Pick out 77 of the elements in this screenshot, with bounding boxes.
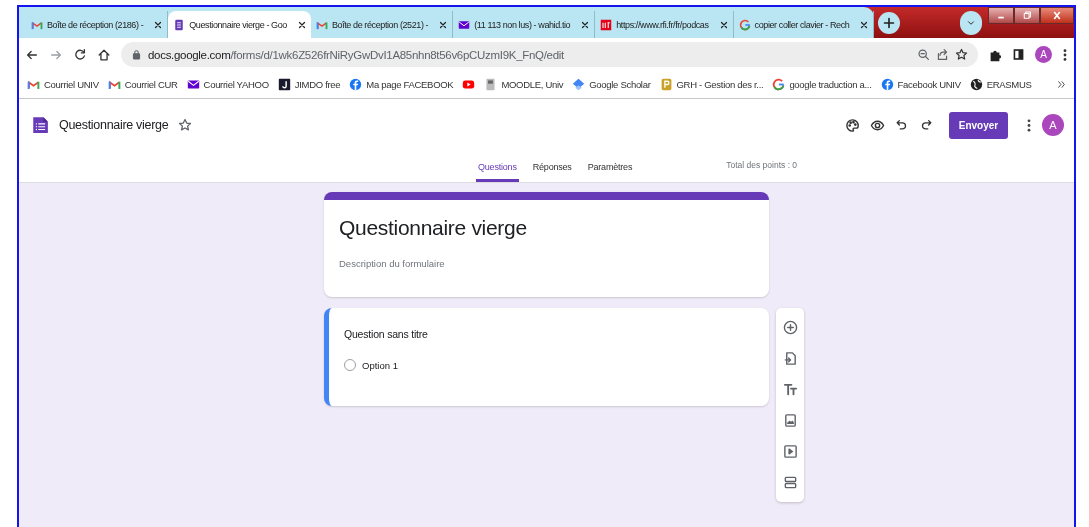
bookmark-link[interactable]: GRH - Gestion des r... <box>659 78 764 91</box>
minimize-button[interactable] <box>988 7 1014 24</box>
g-logo-icon <box>772 78 786 91</box>
lock-icon <box>131 49 142 60</box>
bookmark-link[interactable]: Courriel CUR <box>107 78 178 91</box>
share-icon[interactable] <box>936 48 949 61</box>
more-icon[interactable] <box>1026 117 1032 133</box>
mail-logo-icon <box>107 78 121 91</box>
close-icon[interactable] <box>860 20 869 29</box>
url-text: docs.google.com/forms/d/1wk6Z526frNiRyGwDvI1A85nhn8t56v6pCUzmI9K_FnQ/edit <box>148 48 565 61</box>
sidebar-icon[interactable] <box>1012 48 1025 61</box>
diamond-icon <box>572 78 586 91</box>
undo-icon[interactable] <box>895 118 909 132</box>
envelope-icon <box>186 78 200 91</box>
bookmark-link[interactable]: google traduction a... <box>772 78 872 91</box>
bookmark-link[interactable]: JIMDO free <box>277 78 341 91</box>
zoom-icon[interactable] <box>917 48 930 61</box>
g-logo-icon <box>738 18 751 31</box>
form-icon <box>173 18 186 31</box>
close-icon[interactable] <box>297 20 306 29</box>
restore-icon <box>1021 10 1033 21</box>
bookmark-link[interactable]: Courriel YAHOO <box>186 78 269 91</box>
bookmark-link[interactable]: Facebook UNIV <box>880 78 961 91</box>
chevrons-icon[interactable] <box>1057 80 1066 89</box>
send-button[interactable]: Envoyer <box>949 111 1008 139</box>
bookmark-link[interactable]: MOODLE, Univ <box>484 78 564 91</box>
play-icon[interactable] <box>462 78 476 91</box>
profile-avatar[interactable]: A <box>1035 46 1052 63</box>
logo-icon <box>880 78 894 91</box>
question-card[interactable]: Question sans titre Option 1 <box>324 308 769 406</box>
home-icon[interactable] <box>97 47 111 62</box>
question-title[interactable]: Question sans titre <box>344 328 754 340</box>
section-icon[interactable] <box>782 475 798 490</box>
star-icon[interactable] <box>955 48 968 61</box>
star-icon[interactable] <box>178 118 193 132</box>
envelope-icon <box>458 18 471 31</box>
redo-icon[interactable] <box>919 118 933 132</box>
profile-avatar[interactable]: A <box>1042 114 1064 136</box>
text-icon[interactable] <box>782 382 798 397</box>
reload-icon[interactable] <box>73 47 87 62</box>
restore-button[interactable] <box>1014 7 1040 24</box>
close-icon <box>1051 10 1063 21</box>
mail-logo-icon <box>27 78 40 91</box>
document-icon <box>484 78 498 91</box>
bookmark-link[interactable]: Courriel UNIV <box>27 78 99 91</box>
palette-icon[interactable] <box>845 117 860 133</box>
nav-tab[interactable]: Paramètres <box>585 151 635 182</box>
bookmark-link[interactable]: ERASMUS <box>969 78 1032 91</box>
video-icon[interactable] <box>782 444 798 459</box>
logo-icon <box>349 78 363 91</box>
tab-search-button[interactable] <box>960 11 982 35</box>
form-title[interactable]: Questionnaire vierge <box>339 216 754 240</box>
logo-icon <box>277 78 291 91</box>
total-points: Total des points : 0 <box>726 159 798 172</box>
logo-icon <box>600 18 613 31</box>
globe-icon <box>969 78 983 91</box>
close-icon[interactable] <box>581 20 590 29</box>
more-icon[interactable] <box>1062 47 1068 62</box>
plus-icon <box>883 17 896 29</box>
form-description[interactable]: Description du formulaire <box>339 258 754 269</box>
nav-tab[interactable]: Réponses <box>530 151 574 182</box>
option-label[interactable]: Option 1 <box>362 359 398 371</box>
bookmark-link[interactable]: Ma page FACEBOOK <box>349 78 454 91</box>
close-icon[interactable] <box>439 20 448 29</box>
browser-tab[interactable]: Questionnaire vierge - Goo <box>168 11 311 38</box>
document-title[interactable]: Questionnaire vierge <box>59 118 169 132</box>
add-circle-icon[interactable] <box>782 320 798 335</box>
close-button[interactable] <box>1040 7 1074 24</box>
import-icon[interactable] <box>782 351 798 366</box>
logo-icon <box>659 78 673 91</box>
new-tab-button[interactable] <box>878 12 901 34</box>
close-icon[interactable] <box>154 20 163 29</box>
close-icon[interactable] <box>719 20 728 29</box>
image-icon[interactable] <box>782 413 798 428</box>
bookmark-link[interactable]: Google Scholar <box>572 78 651 91</box>
address-bar[interactable]: docs.google.com/forms/d/1wk6Z526frNiRyGwDvI1A85nhn8t56v6pCUzmI9K_FnQ/edit <box>121 42 978 67</box>
chevron-down-icon <box>966 18 976 28</box>
